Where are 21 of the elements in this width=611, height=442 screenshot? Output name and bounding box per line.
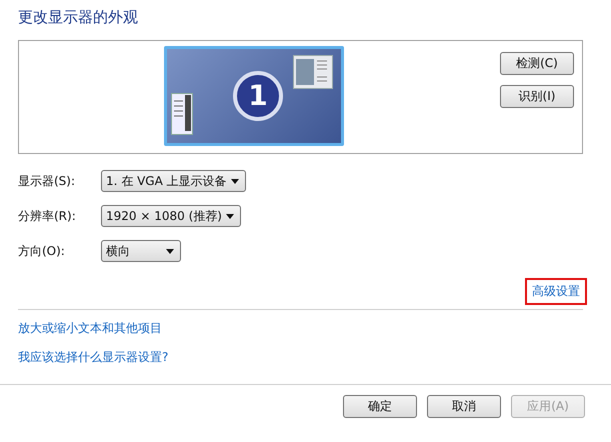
caret-icon — [226, 214, 234, 218]
dialog-button[interactable]: 确定 — [343, 395, 417, 418]
dropdown[interactable]: 1920 × 1080 (推荐) — [101, 205, 241, 227]
caret-icon — [230, 178, 239, 184]
advanced-settings-link[interactable]: 高级设置 — [525, 278, 587, 305]
preview-button[interactable]: 识别(I) — [500, 85, 574, 108]
help-link[interactable]: 放大或缩小文本和其他项目 — [18, 320, 162, 337]
field-label: 显示器(S): — [18, 172, 76, 190]
field-label: 方向(O): — [18, 242, 66, 260]
page-title: 更改显示器的外观 — [18, 8, 139, 28]
caret-icon — [166, 248, 174, 254]
help-link[interactable]: 我应该选择什么显示器设置? — [18, 349, 168, 366]
monitor-number: 1 — [233, 71, 283, 121]
sidebar-thumbnail-icon — [171, 93, 193, 135]
preview-button[interactable]: 检测(C) — [500, 52, 574, 75]
field-label: 分辨率(R): — [18, 208, 77, 224]
window-thumbnail-icon — [293, 55, 333, 89]
dropdown[interactable]: 横向 — [101, 240, 181, 262]
monitor-drawing[interactable]: 1 — [164, 46, 344, 146]
dropdown[interactable]: 1. 在 VGA 上显示设备 — [101, 170, 246, 192]
dialog-button[interactable]: 取消 — [427, 395, 501, 418]
